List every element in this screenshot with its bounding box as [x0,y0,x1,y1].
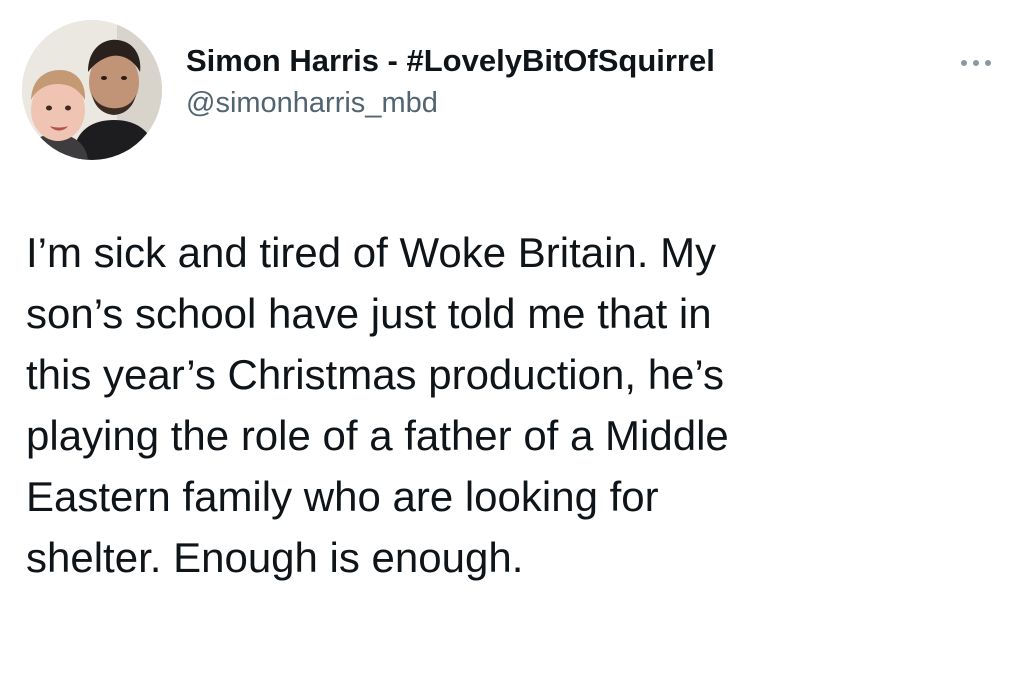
author-handle[interactable]: @simonharris_mbd [186,84,715,122]
avatar[interactable] [22,20,162,160]
tweet-text-line: playing the role of a father of a Middle [26,412,729,459]
more-horizontal-icon [961,60,991,66]
avatar-photo [22,20,162,160]
author-display-name[interactable]: Simon Harris - #LovelyBitOfSquirrel [186,42,715,80]
tweet-text-line: I’m sick and tired of Woke Britain. My [26,229,717,276]
tweet-text-line: shelter. Enough is enough. [26,534,524,581]
tweet-text-line: Eastern family who are looking for [26,473,659,520]
tweet-text: I’m sick and tired of Woke Britain. My s… [26,222,986,588]
tweet-header: Simon Harris - #LovelyBitOfSquirrel @sim… [186,42,715,122]
tweet-text-line: this year’s Christmas production, he’s [26,351,724,398]
tweet-card: Simon Harris - #LovelyBitOfSquirrel @sim… [0,0,1027,684]
tweet-text-line: son’s school have just told me that in [26,290,712,337]
more-options-button[interactable] [955,48,997,78]
